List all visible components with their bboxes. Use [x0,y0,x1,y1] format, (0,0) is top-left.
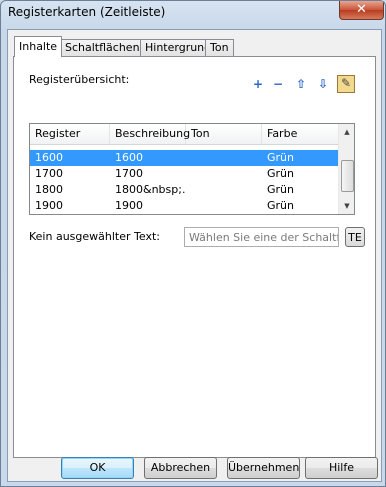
dialog-window: Registerkarten (Zeitleiste) ✕ Inhalte Sc… [0,0,386,487]
scroll-up-icon[interactable]: ▲ [339,124,354,140]
tab-panel-inhalte: Registerübersicht: + − ⇧ ⇩ ✎ Register Be… [13,56,376,458]
table-row[interactable]: 1700 1700 Grün [30,166,338,182]
close-button[interactable]: ✕ [339,1,384,20]
tab-inhalte[interactable]: Inhalte [14,36,63,57]
move-down-icon[interactable]: ⇩ [316,77,330,91]
move-up-icon[interactable]: ⇧ [294,77,308,91]
cell-beschreibung: 1900 [115,199,143,212]
ok-button[interactable]: OK [61,457,134,479]
text-selection-field[interactable]: Wählen Sie eine der Schaltfläche [184,227,339,247]
scroll-down-icon[interactable]: ▼ [339,198,354,214]
table-row[interactable]: 1600 1600 Grün [30,150,338,166]
list-header: Register Beschreibung Ton Farbe [30,124,338,145]
text-label: Kein ausgewählter Text: [29,230,160,243]
overview-label: Registerübersicht: [29,73,130,86]
list-scrollbar[interactable]: ▲ ▼ [338,124,354,214]
column-header-farbe[interactable]: Farbe [262,124,337,144]
table-row[interactable]: 1800 1800&nbsp;... Grün [30,182,338,198]
cell-beschreibung: 1600 [115,151,143,164]
cell-farbe: Grün [267,167,294,180]
column-header-register[interactable]: Register [30,124,110,144]
cell-register: 1600 [35,151,63,164]
apply-button[interactable]: Übernehmen [227,457,300,479]
cell-beschreibung: 1800&nbsp;... [115,183,185,196]
help-button[interactable]: Hilfe [305,457,378,479]
remove-icon[interactable]: − [271,77,285,91]
edit-properties-icon[interactable]: ✎ [337,75,355,93]
cell-register: 1700 [35,167,63,180]
column-header-ton[interactable]: Ton [186,124,262,144]
text-editor-button[interactable]: TE [345,227,365,247]
dialog-client-area: Inhalte Schaltflächen Hintergrund Ton Re… [7,29,382,482]
cancel-button[interactable]: Abbrechen [144,457,217,479]
title-bar[interactable]: Registerkarten (Zeitleiste) ✕ [1,1,385,25]
cell-farbe: Grün [267,183,294,196]
tab-schaltflaechen[interactable]: Schaltflächen [60,39,145,56]
cell-register: 1800 [35,183,63,196]
cell-beschreibung: 1700 [115,167,143,180]
cell-register: 1900 [35,199,63,212]
register-list[interactable]: Register Beschreibung Ton Farbe 1600 160… [29,123,355,215]
column-header-beschreibung[interactable]: Beschreibung [110,124,190,144]
add-icon[interactable]: + [251,77,265,91]
close-icon: ✕ [356,2,367,17]
tab-ton[interactable]: Ton [205,39,234,56]
table-row[interactable]: 1900 1900 Grün [30,198,338,214]
window-title: Registerkarten (Zeitleiste) [8,5,166,19]
cell-farbe: Grün [267,151,294,164]
scrollbar-thumb[interactable] [341,160,354,192]
cell-farbe: Grün [267,199,294,212]
